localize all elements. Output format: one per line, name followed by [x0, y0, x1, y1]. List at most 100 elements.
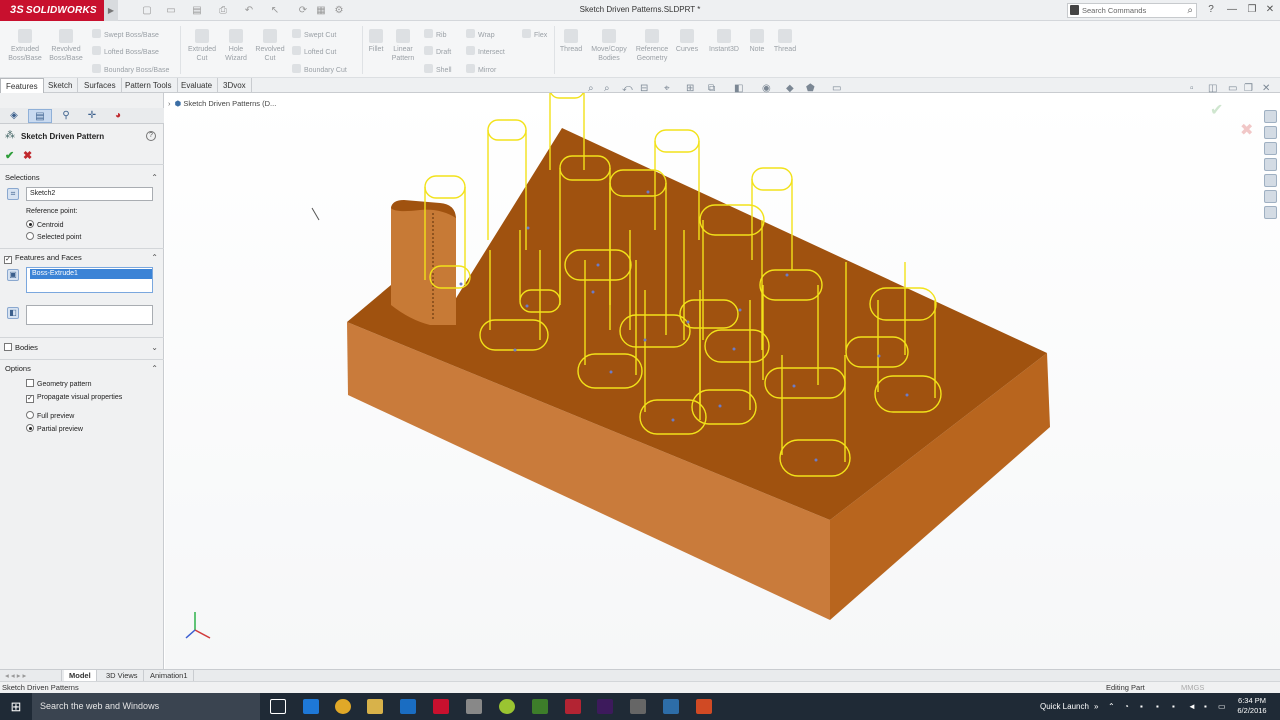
taskbar-search[interactable]: Search the web and Windows — [32, 693, 260, 720]
boundary-cut-button[interactable]: Boundary Cut — [292, 64, 347, 75]
search-icon[interactable]: ⌕ — [1187, 4, 1193, 17]
rib-button[interactable]: Rib — [424, 29, 447, 40]
powerpoint-icon[interactable] — [696, 699, 712, 714]
tray-app-icon[interactable]: ▪ — [1204, 693, 1207, 720]
thread-button[interactable]: Thread — [556, 29, 586, 54]
mirror-button[interactable]: Mirror — [466, 64, 496, 75]
hole-wizard-button[interactable]: Hole Wizard — [220, 29, 252, 63]
quick-launch[interactable]: Quick Launch — [1040, 693, 1089, 720]
edge-icon[interactable] — [303, 699, 319, 714]
file-properties-icon[interactable]: ▦ — [314, 4, 328, 17]
outlook-icon[interactable] — [400, 699, 416, 714]
revolved-boss-button[interactable]: Revolved Boss/Base — [46, 29, 86, 63]
dimxpert-tab-icon[interactable]: ✛ — [80, 109, 104, 123]
save-icon[interactable]: ▤ — [190, 4, 204, 17]
thread-button-2[interactable]: Thread — [770, 29, 800, 54]
app-icon[interactable] — [630, 699, 646, 714]
chevron-up-icon[interactable]: ⌃ — [151, 362, 158, 376]
geometry-pattern-checkbox[interactable]: Geometry pattern — [26, 379, 91, 388]
configuration-manager-tab-icon[interactable]: ⚲ — [54, 109, 78, 123]
tray-overflow-icon[interactable]: » — [1094, 693, 1098, 720]
undo-icon[interactable]: ↶ — [242, 4, 256, 17]
rebuild-icon[interactable]: ⟳ — [296, 4, 310, 17]
solidworks-logo[interactable]: 3S SOLIDWORKS — [0, 0, 104, 21]
partial-preview-radio[interactable]: Partial preview — [26, 424, 83, 433]
lofted-cut-button[interactable]: Lofted Cut — [292, 46, 336, 57]
linear-pattern-button[interactable]: Linear Pattern — [388, 29, 418, 63]
ok-button[interactable]: ✔ — [5, 149, 14, 162]
property-manager-tab-icon[interactable]: ▤ — [28, 109, 52, 123]
chevron-down-icon[interactable]: ⌄ — [151, 341, 158, 355]
restore-button[interactable]: ❐ — [1244, 3, 1260, 17]
options-section-header[interactable]: Options ⌃ — [0, 362, 164, 376]
search-commands-input[interactable]: Search Commands ⌕ — [1067, 3, 1197, 18]
checkbox-unchecked-icon[interactable] — [4, 343, 12, 351]
selected-point-radio[interactable]: Selected point — [26, 232, 81, 241]
instant3d-button[interactable]: Instant3D — [704, 29, 744, 54]
print-icon[interactable]: ⎙ — [216, 4, 230, 17]
tray-chevron-icon[interactable]: ⌃ — [1108, 693, 1115, 720]
sketch-field[interactable]: Sketch2 — [26, 187, 153, 201]
fillet-button[interactable]: Fillet — [364, 29, 388, 54]
select-icon[interactable]: ↖ — [268, 4, 282, 17]
bodies-section-header[interactable]: Bodies ⌄ — [0, 341, 164, 355]
network-icon[interactable]: ◔ — [1124, 693, 1129, 720]
chevron-up-icon[interactable]: ⌃ — [151, 251, 158, 265]
tab-features[interactable]: Features — [0, 78, 44, 93]
3d-model-view[interactable] — [165, 93, 1280, 669]
tab-pattern-tools[interactable]: Pattern Tools — [120, 78, 178, 93]
tray-app-icon[interactable]: ▪ — [1140, 693, 1143, 720]
volume-icon[interactable]: ◄ — [1188, 693, 1196, 720]
selections-section-header[interactable]: Selections ⌃ — [0, 171, 164, 185]
file-explorer-icon[interactable] — [367, 699, 383, 714]
action-center-icon[interactable]: ▭ — [1218, 693, 1226, 720]
draft-button[interactable]: Draft — [424, 46, 451, 57]
display-manager-tab-icon[interactable]: ◕ — [106, 109, 130, 123]
tray-app-icon[interactable]: ▪ — [1172, 693, 1175, 720]
solidworks-taskbar-icon[interactable] — [433, 699, 449, 714]
task-view-icon[interactable] — [270, 699, 286, 714]
curves-button[interactable]: Curves — [674, 29, 700, 54]
extruded-boss-button[interactable]: Extruded Boss/Base — [6, 29, 44, 63]
faces-selection-list[interactable] — [26, 305, 153, 325]
minimize-button[interactable]: — — [1224, 3, 1240, 17]
menu-expand-icon[interactable]: ▶ — [104, 0, 118, 21]
chrome-icon[interactable] — [335, 699, 351, 714]
reference-geometry-button[interactable]: Reference Geometry — [632, 29, 672, 63]
boundary-boss-button[interactable]: Boundary Boss/Base — [92, 64, 169, 75]
search-scope-icon[interactable] — [1070, 5, 1079, 15]
tab-surfaces[interactable]: Surfaces — [79, 78, 122, 93]
app-icon[interactable] — [565, 699, 581, 714]
swept-boss-button[interactable]: Swept Boss/Base — [92, 29, 159, 40]
open-icon[interactable]: ▭ — [164, 4, 178, 17]
centroid-radio[interactable]: Centroid — [26, 220, 63, 229]
intersect-button[interactable]: Intersect — [466, 46, 505, 57]
lofted-boss-button[interactable]: Lofted Boss/Base — [92, 46, 159, 57]
chevron-up-icon[interactable]: ⌃ — [151, 171, 158, 185]
features-selection-list[interactable]: Boss-Extrude1 — [26, 267, 153, 293]
taskbar-clock[interactable]: 6:34 PM 6/2/2016 — [1236, 696, 1268, 716]
new-icon[interactable]: ▢ — [140, 4, 154, 17]
revolved-cut-button[interactable]: Revolved Cut — [252, 29, 288, 63]
app-icon[interactable] — [466, 699, 482, 714]
app-icon[interactable] — [499, 699, 515, 714]
checkbox-checked-icon[interactable]: ✓ — [4, 256, 12, 264]
feature-manager-tab-icon[interactable]: ◈ — [2, 109, 26, 123]
app-icon[interactable] — [532, 699, 548, 714]
selected-feature-item[interactable]: Boss-Extrude1 — [30, 269, 152, 279]
full-preview-radio[interactable]: Full preview — [26, 411, 74, 420]
help-icon[interactable]: ? — [146, 131, 156, 141]
close-button[interactable]: ✕ — [1262, 3, 1278, 17]
windows-start-icon[interactable]: ⊞ — [0, 693, 32, 720]
tab-sketch[interactable]: Sketch — [43, 78, 79, 93]
wrap-button[interactable]: Wrap — [466, 29, 495, 40]
premiere-icon[interactable] — [597, 699, 613, 714]
app-icon[interactable] — [663, 699, 679, 714]
note-button[interactable]: Note — [746, 29, 768, 54]
flex-button[interactable]: Flex — [522, 29, 547, 40]
cancel-button[interactable]: ✖ — [23, 149, 32, 162]
features-faces-section-header[interactable]: ✓ Features and Faces ⌃ — [0, 251, 164, 265]
propagate-visual-checkbox[interactable]: ✓ Propagate visual properties — [26, 394, 122, 403]
options-gear-icon[interactable]: ⚙ — [332, 4, 346, 17]
help-icon[interactable]: ? — [1203, 3, 1219, 17]
